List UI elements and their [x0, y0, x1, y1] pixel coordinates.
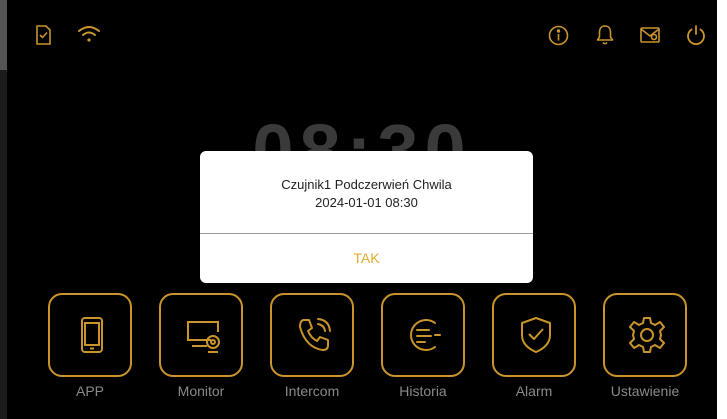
tile-label-app: APP — [75, 383, 104, 399]
bell-icon[interactable] — [595, 24, 615, 46]
tile-label-ustawienie: Ustawienie — [610, 383, 680, 399]
handset-icon — [294, 315, 334, 355]
message-icon[interactable] — [639, 25, 661, 45]
tile-alarm[interactable] — [492, 293, 576, 377]
device-screen: 08:30 — [7, 0, 717, 419]
tile-label-intercom: Intercom — [284, 383, 340, 399]
confirm-button[interactable]: TAK — [200, 234, 533, 283]
alert-message: Czujnik1 Podczerwień Chwila 2024-01-01 0… — [200, 176, 533, 212]
tile-label-historia: Historia — [399, 383, 447, 399]
tile-monitor[interactable] — [159, 293, 243, 377]
alert-timestamp: 2024-01-01 08:30 — [315, 195, 418, 210]
left-bezel — [0, 0, 7, 419]
bezel-highlight — [0, 0, 7, 70]
sd-card-icon[interactable] — [33, 24, 53, 46]
tile-label-monitor: Monitor — [177, 383, 225, 399]
phone-icon — [72, 315, 112, 355]
power-icon[interactable] — [685, 24, 707, 46]
tile-historia[interactable] — [381, 293, 465, 377]
alert-event-text: Czujnik1 Podczerwień Chwila — [281, 177, 452, 192]
monitor-camera-icon — [183, 315, 223, 355]
wifi-icon[interactable] — [77, 24, 101, 44]
tile-label-alarm: Alarm — [515, 383, 553, 399]
shield-check-icon — [516, 315, 556, 355]
alert-dialog: Czujnik1 Podczerwień Chwila 2024-01-01 0… — [200, 151, 533, 283]
gear-icon — [627, 315, 667, 355]
history-icon — [405, 315, 445, 355]
tile-intercom[interactable] — [270, 293, 354, 377]
right-bezel — [717, 0, 727, 419]
tile-ustawienie[interactable] — [603, 293, 687, 377]
info-icon[interactable] — [548, 25, 569, 46]
tile-app[interactable] — [48, 293, 132, 377]
